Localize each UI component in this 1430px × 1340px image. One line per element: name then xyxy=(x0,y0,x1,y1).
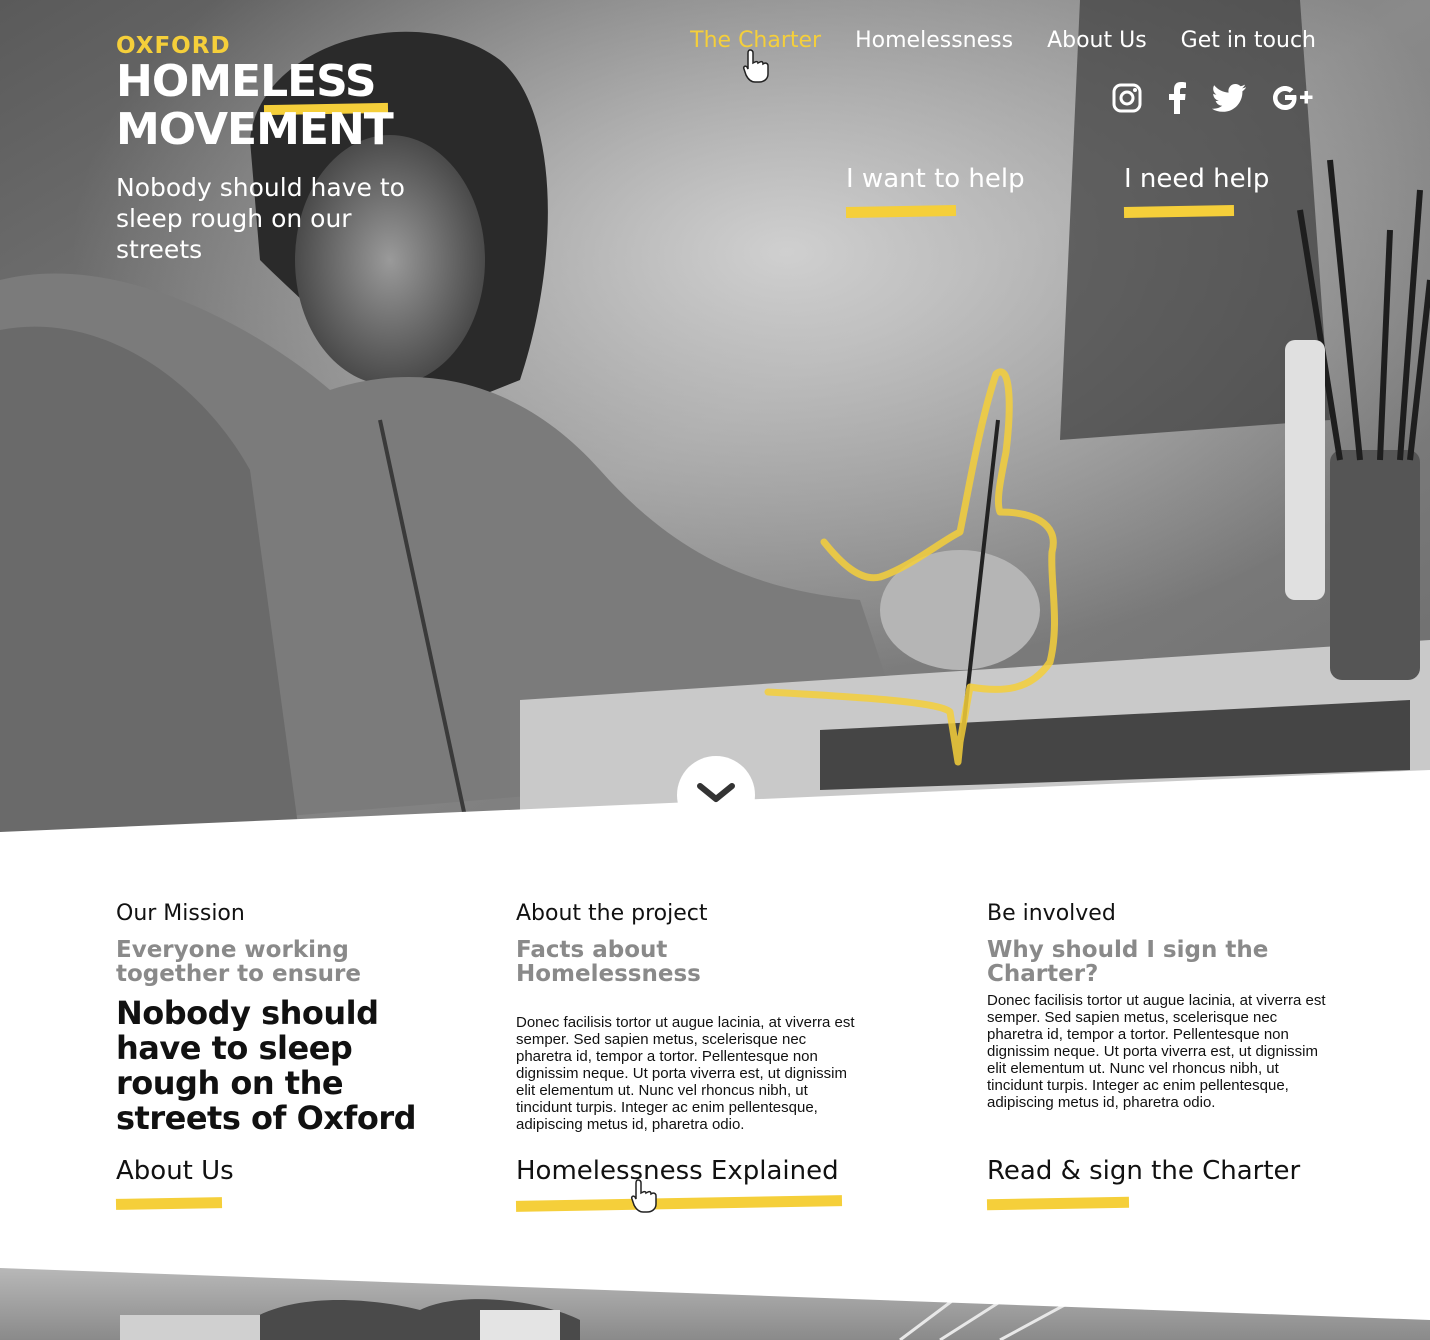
cta-underline xyxy=(115,1197,223,1210)
read-sign-charter-link[interactable]: Read & sign the Charter xyxy=(986,1156,1300,1211)
twitter-icon[interactable] xyxy=(1212,80,1246,116)
column-body: Donec facilisis tortor ut augue lacinia,… xyxy=(987,992,1326,1111)
hand-cursor-icon xyxy=(742,48,772,88)
scroll-down-button[interactable] xyxy=(677,756,755,834)
main-nav: The Charter Homelessness About Us Get in… xyxy=(690,28,1316,53)
instagram-icon[interactable] xyxy=(1112,80,1142,116)
site-logo[interactable]: OXFORD HOMELESS MOVEMENT xyxy=(116,34,416,154)
column-kicker: Be involved xyxy=(987,901,1116,926)
hero-tagline: Nobody should have to sleep rough on our… xyxy=(116,173,405,264)
column-subtitle: Everyone working together to ensure xyxy=(116,937,361,987)
cta-underline xyxy=(986,1196,1130,1211)
nav-item-about-us[interactable]: About Us xyxy=(1047,28,1147,53)
i-want-to-help-link[interactable]: I want to help xyxy=(845,164,1025,218)
column-body: Donec facilisis tortor ut augue lacinia,… xyxy=(516,1014,855,1133)
nav-item-homelessness[interactable]: Homelessness xyxy=(855,28,1013,53)
footer-photo-strip xyxy=(0,1260,1430,1340)
i-need-help-link[interactable]: I need help xyxy=(1123,164,1269,218)
help-underline xyxy=(1123,205,1235,218)
column-kicker: Our Mission xyxy=(116,901,245,926)
mission-statement: Nobody should have to sleep rough on the… xyxy=(116,994,417,1137)
social-links xyxy=(1112,80,1316,116)
column-project: About the project Facts about Homelessne… xyxy=(515,900,856,1212)
cta-underline xyxy=(515,1195,843,1212)
facebook-icon[interactable] xyxy=(1168,80,1186,116)
logo-homeless: HOMELESS xyxy=(116,58,416,116)
homelessness-explained-link[interactable]: Homelessness Explained xyxy=(515,1156,843,1212)
column-subtitle: Facts about Homelessness xyxy=(516,937,701,987)
hand-cursor-icon xyxy=(630,1178,660,1218)
help-underline xyxy=(845,205,957,218)
column-subtitle: Why should I sign the Charter? xyxy=(987,937,1269,987)
column-involved: Be involved Why should I sign the Charte… xyxy=(986,900,1327,1211)
info-columns: Our Mission Everyone working together to… xyxy=(0,840,1430,1260)
nav-item-get-in-touch[interactable]: Get in touch xyxy=(1181,28,1316,53)
google-plus-icon[interactable] xyxy=(1272,80,1316,116)
logo-movement: MOVEMENT xyxy=(116,104,394,155)
column-kicker: About the project xyxy=(516,901,708,926)
hero-section: OXFORD HOMELESS MOVEMENT Nobody should h… xyxy=(0,0,1430,840)
about-us-link[interactable]: About Us xyxy=(115,1156,234,1210)
hand-outline-illustration xyxy=(764,368,1059,766)
chevron-down-icon xyxy=(697,783,735,802)
logo-oxford: OXFORD xyxy=(116,33,231,59)
column-mission: Our Mission Everyone working together to… xyxy=(115,900,456,1210)
